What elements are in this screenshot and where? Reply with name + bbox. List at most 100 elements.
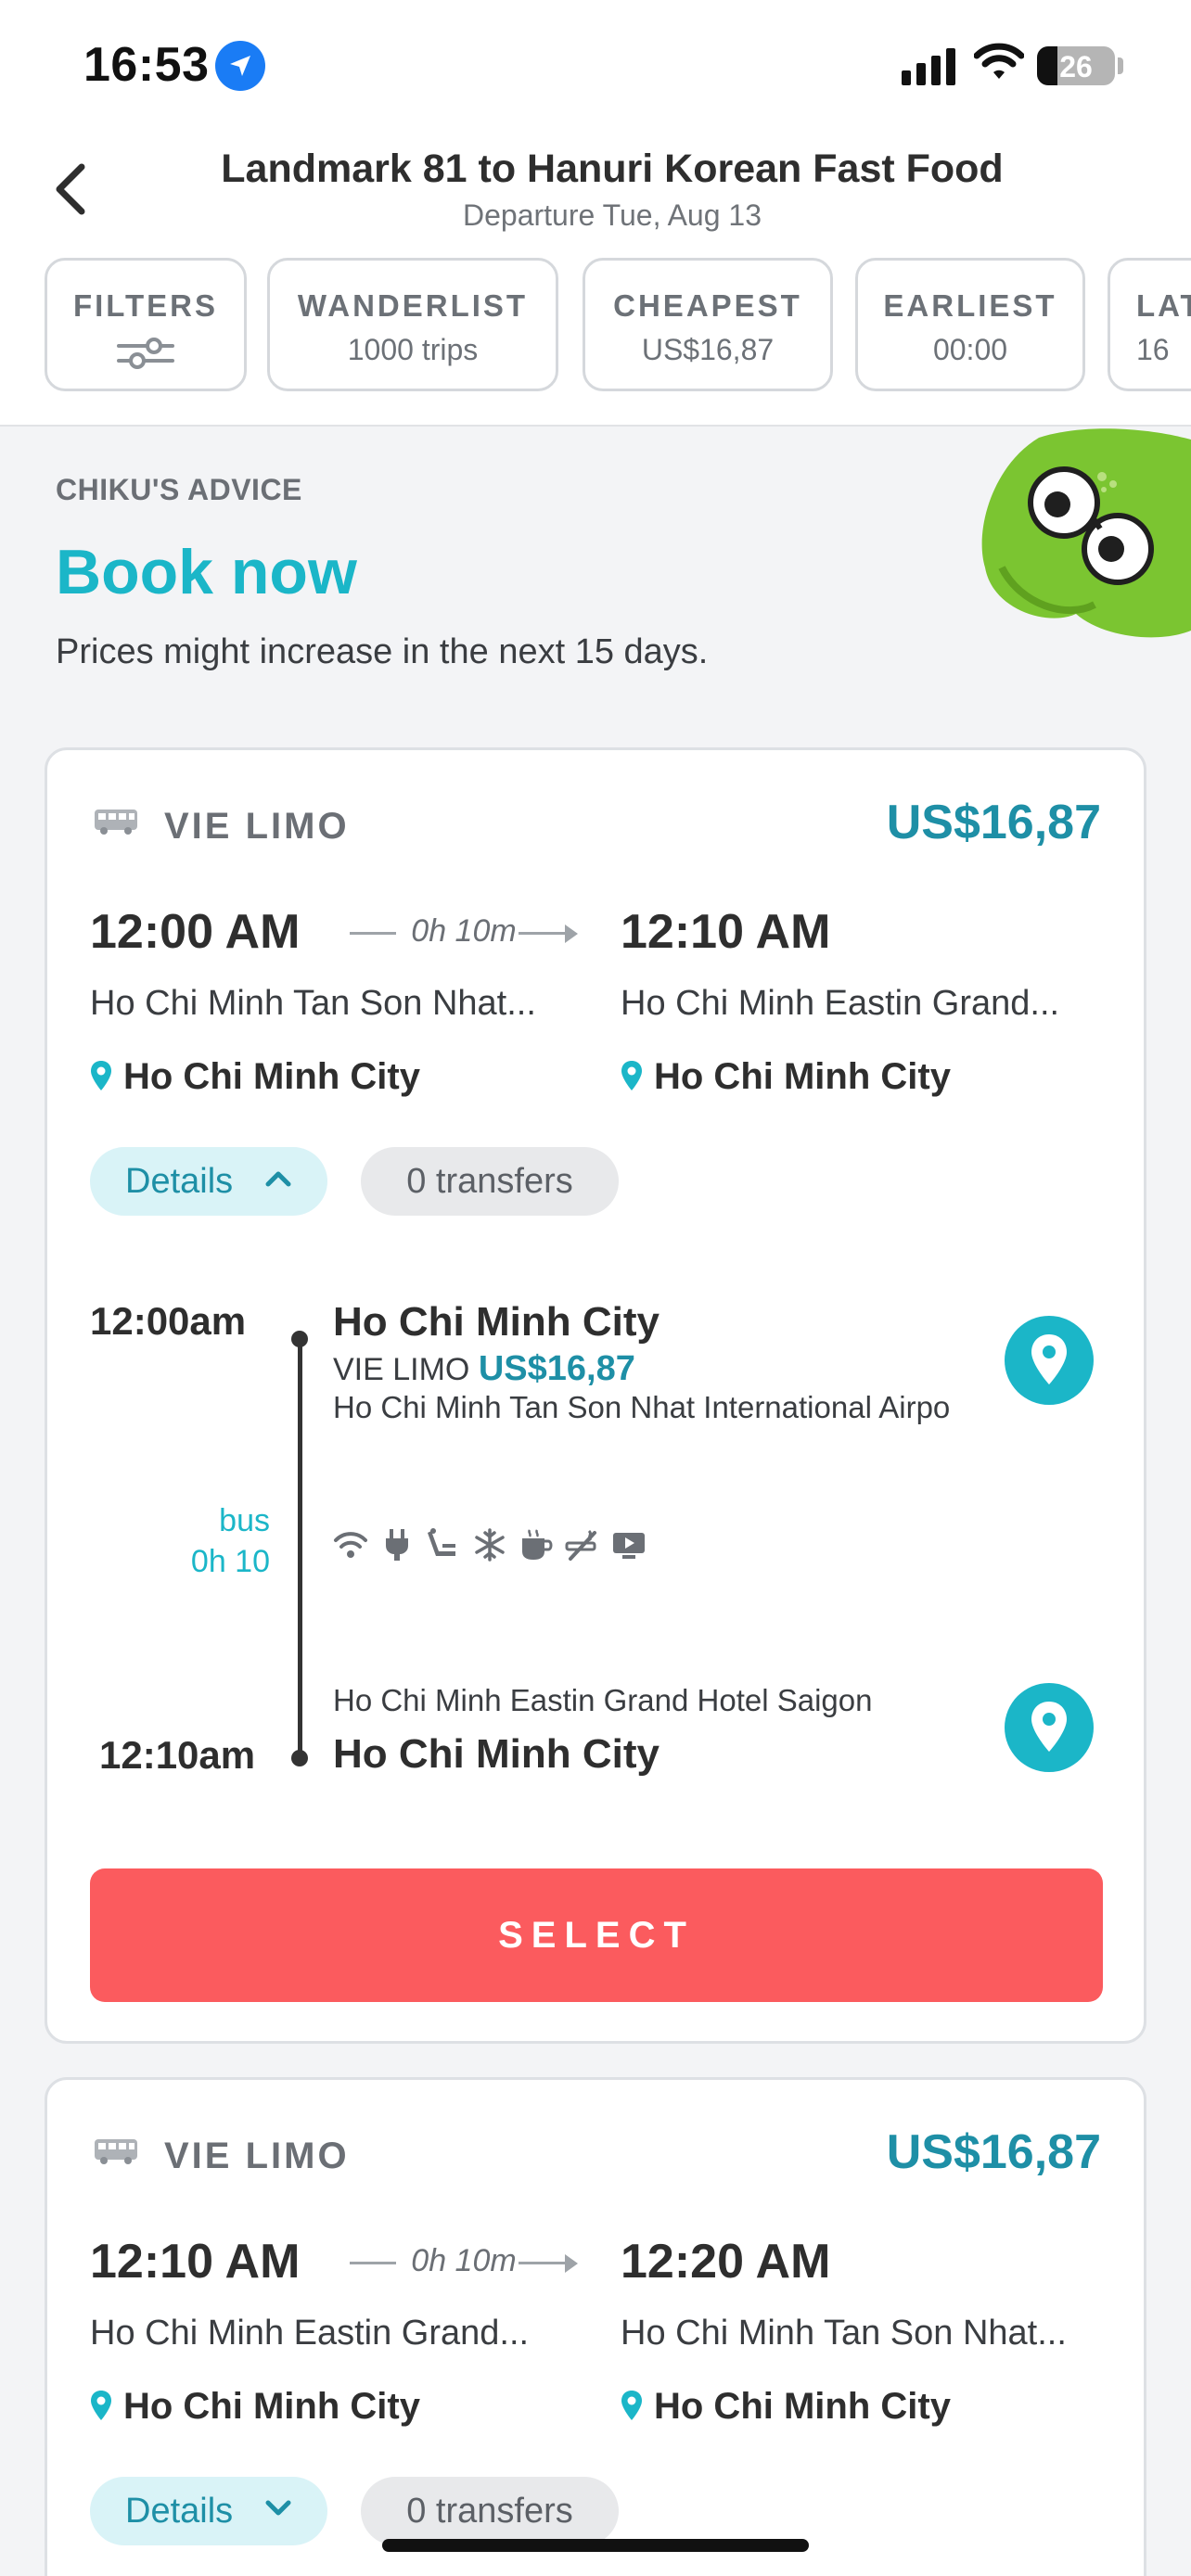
arrival-time: 12:20 AM <box>621 2235 831 2289</box>
map-pin-icon <box>1031 1334 1067 1384</box>
trip-card[interactable]: VIE LIMO US$16,87 12:10 AM 0h 10m 12:20 … <box>45 2077 1146 2576</box>
duration-line <box>519 932 570 935</box>
filters-chip[interactable]: FILTERS <box>45 258 247 391</box>
cheapest-chip[interactable]: CHEAPEST US$16,87 <box>583 258 833 391</box>
chip-label: CHEAPEST <box>613 288 802 323</box>
battery-level: 26 <box>1059 50 1093 83</box>
chevron-left-icon <box>56 163 85 215</box>
city-name: Ho Chi Minh City <box>654 2386 951 2427</box>
trip-price: US$16,87 <box>886 796 1101 849</box>
timeline-departure-city: Ho Chi Minh City <box>333 1299 660 1345</box>
departure-city: Ho Chi Minh City <box>90 2386 420 2428</box>
timeline-operator-name: VIE LIMO <box>333 1352 470 1387</box>
details-toggle-button[interactable]: Details <box>90 1147 327 1216</box>
details-toggle-button[interactable]: Details <box>90 2477 327 2545</box>
departure-date: Departure Tue, Aug 13 <box>463 198 762 232</box>
chevron-up-icon <box>265 1171 291 1187</box>
timeline-arrival-city: Ho Chi Minh City <box>333 1731 660 1777</box>
arrow-right-icon <box>565 925 578 943</box>
air-conditioning-icon <box>475 1528 505 1562</box>
chip-value: 00:00 <box>932 333 1008 366</box>
reclining-seat-icon <box>428 1528 455 1556</box>
battery-icon: 26 <box>1037 46 1115 85</box>
details-label: Details <box>125 1162 234 1201</box>
departure-stop: Ho Chi Minh Tan Son Nhat... <box>90 984 536 1023</box>
map-pin-icon <box>1031 1702 1067 1752</box>
location-pin-icon <box>91 2391 111 2420</box>
power-outlet-icon <box>386 1529 408 1561</box>
duration-indicator: 0h 10m <box>350 913 578 954</box>
chevron-down-icon <box>265 2500 291 2516</box>
timeline-line <box>298 1338 302 1757</box>
location-pin-icon <box>621 2391 642 2420</box>
departure-address: Ho Chi Minh Tan Son Nhat International A… <box>333 1390 951 1424</box>
cellular-signal-icon <box>902 48 959 85</box>
arrival-map-button[interactable] <box>1005 1683 1094 1772</box>
wanderlist-chip[interactable]: WANDERLIST 1000 trips <box>267 258 558 391</box>
bus-icon <box>94 2137 138 2165</box>
timeline-departure-time: 12:00am <box>90 1299 247 1343</box>
trip-price: US$16,87 <box>886 2125 1101 2179</box>
advice-label: CHIKU'S ADVICE <box>56 473 302 506</box>
advice-text: Prices might increase in the next 15 day… <box>56 632 709 671</box>
operator-name: VIE LIMO <box>164 2136 350 2176</box>
back-button[interactable] <box>46 159 98 219</box>
bus-icon <box>94 808 138 835</box>
duration-line <box>519 2262 570 2264</box>
select-label: SELECT <box>498 1915 695 1956</box>
arrival-city: Ho Chi Minh City <box>621 2386 951 2428</box>
wifi-icon <box>334 1532 367 1558</box>
chip-label: WANDERLIST <box>297 288 529 323</box>
departure-time: 12:00 AM <box>90 905 301 959</box>
departure-map-button[interactable] <box>1005 1316 1094 1405</box>
arrival-city: Ho Chi Minh City <box>621 1056 951 1098</box>
transfers-badge: 0 transfers <box>361 2477 619 2545</box>
advice-title: Book now <box>56 537 357 607</box>
segment-duration: 0h 10 <box>190 1544 270 1579</box>
departure-city: Ho Chi Minh City <box>90 1056 420 1098</box>
timeline-operator: VIE LIMO US$16,87 <box>333 1349 635 1389</box>
select-button[interactable]: SELECT <box>90 1868 1103 2002</box>
status-time: 16:53 <box>83 38 210 92</box>
departure-time: 12:10 AM <box>90 2235 301 2289</box>
top-header: 16:53 26 Landmark 81 to Hanuri Korean Fa… <box>0 0 1191 427</box>
chip-label: LAT <box>1136 288 1191 323</box>
arrival-time: 12:10 AM <box>621 905 831 959</box>
earliest-chip[interactable]: EARLIEST 00:00 <box>855 258 1085 391</box>
city-name: Ho Chi Minh City <box>123 1056 420 1097</box>
battery-tip <box>1118 57 1123 74</box>
location-pin-icon <box>621 1061 642 1090</box>
arrival-stop: Ho Chi Minh Tan Son Nhat... <box>621 2314 1067 2353</box>
chip-label: EARLIEST <box>883 288 1057 323</box>
duration-indicator: 0h 10m <box>350 2243 578 2284</box>
timeline-price: US$16,87 <box>478 1349 635 1388</box>
city-name: Ho Chi Minh City <box>123 2386 420 2427</box>
arrow-right-icon <box>565 2254 578 2273</box>
timeline-arrival-time: 12:10am <box>99 1733 256 1777</box>
chip-value: 1000 trips <box>347 333 479 366</box>
tv-icon <box>613 1533 645 1559</box>
city-name: Ho Chi Minh City <box>654 1056 951 1097</box>
transport-mode: bus <box>219 1503 270 1538</box>
operator-name: VIE LIMO <box>164 806 350 847</box>
trip-card[interactable]: VIE LIMO US$16,87 12:00 AM 0h 10m 12:10 … <box>45 747 1146 2044</box>
home-indicator[interactable] <box>382 2539 809 2552</box>
location-pin-icon <box>91 1061 111 1090</box>
wifi-icon <box>973 43 1025 86</box>
chip-label: FILTERS <box>72 288 219 323</box>
chiku-mascot-icon <box>965 428 1191 642</box>
route-title: Landmark 81 to Hanuri Korean Fast Food <box>221 147 1004 191</box>
status-bar: 16:53 26 <box>0 0 1191 130</box>
transfers-badge: 0 transfers <box>361 1147 619 1216</box>
transfers-count: 0 transfers <box>406 1162 573 1201</box>
sliders-icon <box>115 337 176 370</box>
arrival-address: Ho Chi Minh Eastin Grand Hotel Saigon <box>333 1683 873 1717</box>
details-label: Details <box>125 2492 234 2531</box>
latest-chip[interactable]: LAT 16 <box>1108 258 1191 391</box>
coffee-icon <box>522 1529 553 1560</box>
timeline-dot <box>291 1331 308 1347</box>
chip-value: US$16,87 <box>641 333 775 366</box>
timeline-dot <box>291 1750 308 1766</box>
transfers-count: 0 transfers <box>406 2492 573 2531</box>
arrival-stop: Ho Chi Minh Eastin Grand... <box>621 984 1060 1023</box>
